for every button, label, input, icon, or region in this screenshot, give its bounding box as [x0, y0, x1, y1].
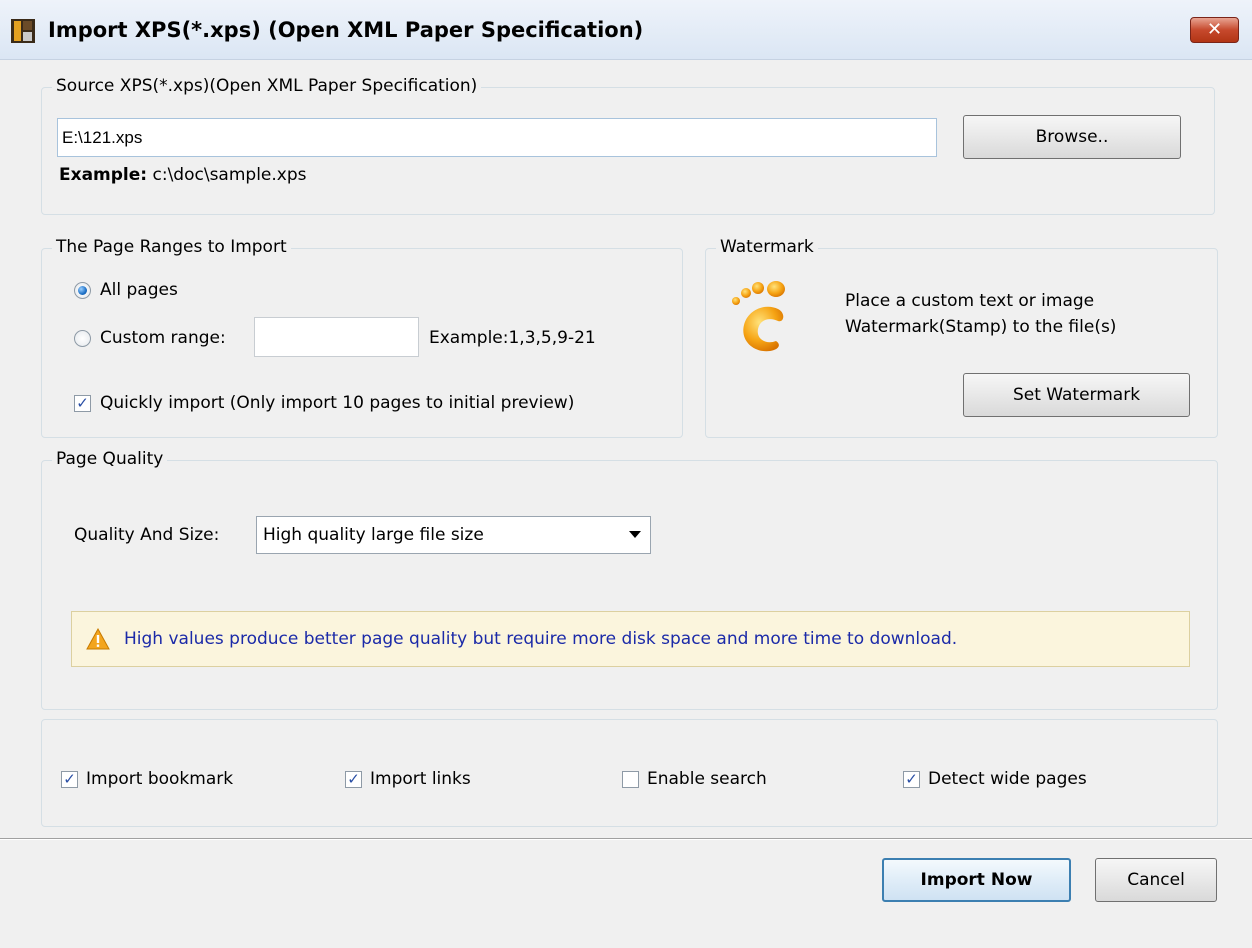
browse-label: Browse..: [1035, 127, 1109, 147]
quick-import-checkbox[interactable]: ✓: [74, 395, 91, 412]
enable-search-checkbox[interactable]: [622, 771, 639, 788]
set-watermark-label: Set Watermark: [1012, 385, 1141, 405]
detect-wide-pages-label[interactable]: Detect wide pages: [928, 769, 1087, 789]
quality-label: Quality And Size:: [74, 525, 220, 545]
all-pages-radio[interactable]: [74, 282, 91, 299]
chevron-down-icon: [629, 531, 641, 538]
watermark-description-line1: Place a custom text or image: [845, 291, 1095, 311]
watermark-group: Watermark Place a custom text or image W…: [705, 237, 1218, 438]
import-bookmark-label[interactable]: Import bookmark: [86, 769, 233, 789]
quality-select[interactable]: High quality large file size: [256, 516, 651, 554]
import-links-checkbox[interactable]: ✓: [345, 771, 362, 788]
custom-range-radio[interactable]: [74, 330, 91, 347]
set-watermark-button[interactable]: Set Watermark: [963, 373, 1190, 417]
watermark-group-title: Watermark: [716, 237, 818, 257]
example-label: Example:: [59, 165, 148, 185]
cancel-button[interactable]: Cancel: [1095, 858, 1217, 902]
app-icon: [11, 19, 35, 43]
custom-range-example: Example:1,3,5,9-21: [429, 328, 596, 348]
custom-range-label[interactable]: Custom range:: [100, 328, 226, 348]
import-links-label[interactable]: Import links: [370, 769, 471, 789]
page-quality-group-title: Page Quality: [52, 449, 168, 469]
footer-separator: [0, 838, 1252, 840]
close-icon: ✕: [1206, 19, 1223, 40]
quick-import-label[interactable]: Quickly import (Only import 10 pages to …: [100, 393, 574, 413]
import-bookmark-checkbox[interactable]: ✓: [61, 771, 78, 788]
enable-search-label[interactable]: Enable search: [647, 769, 767, 789]
import-now-button[interactable]: Import Now: [882, 858, 1071, 902]
page-ranges-group-title: The Page Ranges to Import: [52, 237, 291, 257]
page-quality-group: Page Quality Quality And Size: High qual…: [41, 449, 1218, 710]
window-title: Import XPS(*.xps) (Open XML Paper Specif…: [48, 18, 644, 42]
close-button[interactable]: ✕: [1190, 17, 1239, 43]
import-now-label: Import Now: [920, 870, 1033, 890]
example-value: c:\doc\sample.xps: [152, 165, 307, 185]
browse-button[interactable]: Browse..: [963, 115, 1181, 159]
source-path-input[interactable]: [57, 118, 937, 157]
options-group: ✓ Import bookmark ✓ Import links Enable …: [41, 719, 1218, 827]
page-ranges-group: The Page Ranges to Import All pages Cust…: [41, 237, 683, 438]
watermark-description-line2: Watermark(Stamp) to the file(s): [845, 317, 1117, 337]
detect-wide-pages-checkbox[interactable]: ✓: [903, 771, 920, 788]
quality-selected-value: High quality large file size: [263, 525, 484, 545]
source-group: Source XPS(*.xps)(Open XML Paper Specifi…: [41, 76, 1215, 215]
cancel-label: Cancel: [1127, 870, 1185, 890]
quality-warning-text: High values produce better page quality …: [124, 629, 958, 649]
source-example: Example: c:\doc\sample.xps: [59, 165, 307, 185]
quality-warning: High values produce better page quality …: [71, 611, 1190, 667]
footprint-icon: [732, 281, 785, 352]
source-group-title: Source XPS(*.xps)(Open XML Paper Specifi…: [52, 76, 482, 96]
warning-icon: [86, 628, 110, 650]
all-pages-label[interactable]: All pages: [100, 280, 178, 300]
custom-range-input[interactable]: [254, 317, 419, 357]
title-bar: Import XPS(*.xps) (Open XML Paper Specif…: [0, 0, 1252, 60]
